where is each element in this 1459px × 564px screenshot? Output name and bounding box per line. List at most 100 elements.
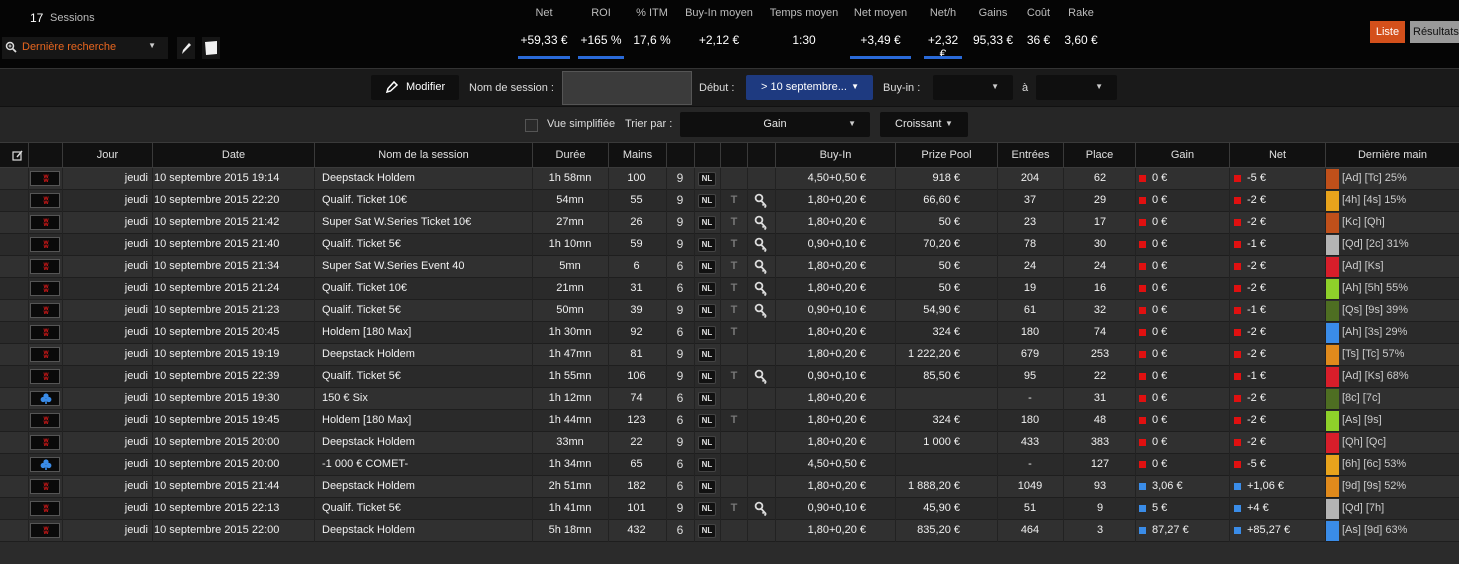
table-row[interactable]: ʬ jeudi 10 septembre 2015 22:00 Deepstack H…	[0, 520, 1459, 542]
table-row[interactable]: ʬ jeudi 10 septembre 2015 22:20 Qualif. Tic…	[0, 190, 1459, 212]
column-entrees[interactable]: Entrées	[997, 143, 1063, 169]
cell-last-hand[interactable]: [Qh] [Qc]	[1342, 432, 1458, 454]
gain-indicator	[1139, 527, 1146, 534]
cell-date: 10 septembre 2015 22:39	[154, 370, 280, 382]
column-ticket[interactable]	[720, 143, 747, 169]
column-divider	[1063, 212, 1064, 234]
saved-search-dropdown[interactable]: Dernière recherche ▼	[2, 37, 168, 59]
column-divider	[314, 278, 315, 300]
cell-place: 74	[1093, 326, 1107, 338]
cell-date: 10 septembre 2015 19:30	[154, 392, 280, 404]
table-row[interactable]: ʬ jeudi 10 septembre 2015 19:14 Deepstack H…	[0, 168, 1459, 190]
buyin-min-select[interactable]: ▼	[933, 75, 1013, 100]
column-divider	[1135, 520, 1136, 542]
column-divider	[1135, 432, 1136, 454]
nl-badge: NL	[698, 524, 716, 538]
table-row[interactable]: ʬ jeudi 10 septembre 2015 22:39 Qualif. Tic…	[0, 366, 1459, 388]
column-divider	[1135, 498, 1136, 520]
svg-text:ʬ: ʬ	[43, 262, 49, 273]
column-divider	[1063, 410, 1064, 432]
column-divider	[775, 366, 776, 388]
gain-indicator	[1139, 483, 1146, 490]
cell-last-hand[interactable]: [Ad] [Ks] 68%	[1342, 366, 1458, 388]
session-name-label: Nom de session :	[469, 82, 554, 94]
column-type[interactable]	[694, 143, 720, 169]
table-row[interactable]: ʬ jeudi 10 septembre 2015 20:00 Deepstack H…	[0, 432, 1459, 454]
cell-last-hand[interactable]: [As] [9d] 63%	[1342, 520, 1458, 542]
table-row[interactable]: ʬ jeudi 10 septembre 2015 21:34 Super Sat W…	[0, 256, 1459, 278]
column-key[interactable]	[747, 143, 775, 169]
list-view-button[interactable]: Liste	[1370, 21, 1405, 43]
cell-last-hand[interactable]: [Ts] [Tc] 57%	[1342, 344, 1458, 366]
cell-session-name: Qualif. Ticket 5€	[322, 370, 401, 382]
column-duree[interactable]: Durée	[532, 143, 608, 169]
cell-buyin: 4,50+0,50 €	[807, 172, 866, 184]
table-row[interactable]: jeudi 10 septembre 2015 20:00 -1 000 € COM…	[0, 454, 1459, 476]
start-date-select[interactable]: > 10 septembre... ▼	[746, 75, 873, 100]
column-jour[interactable]: Jour	[62, 143, 152, 169]
table-row[interactable]: ʬ jeudi 10 septembre 2015 19:19 Deepstack H…	[0, 344, 1459, 366]
column-prize-pool[interactable]: Prize Pool	[895, 143, 997, 169]
cell-buyin: 0,90+0,10 €	[807, 502, 866, 514]
modify-button[interactable]: Modifier	[371, 75, 459, 100]
column-date[interactable]: Date	[152, 143, 314, 169]
cell-last-hand[interactable]: [Ad] [Tc] 25%	[1342, 168, 1458, 190]
cell-duree: 1h 10mn	[548, 238, 592, 250]
sort-by-select[interactable]: Gain ▼	[680, 112, 870, 137]
table-row[interactable]: ʬ jeudi 10 septembre 2015 21:44 Deepstack H…	[0, 476, 1459, 498]
column-divider	[747, 300, 748, 322]
cell-last-hand[interactable]: [Kc] [Qh]	[1342, 212, 1458, 234]
table-row[interactable]: ʬ jeudi 10 septembre 2015 19:45 Holdem [180…	[0, 410, 1459, 432]
cell-last-hand[interactable]: [4h] [4s] 15%	[1342, 190, 1458, 212]
column-divider	[694, 498, 695, 520]
cell-last-hand[interactable]: [Qs] [9s] 39%	[1342, 300, 1458, 322]
table-row[interactable]: ʬ jeudi 10 septembre 2015 21:24 Qualif. Tic…	[0, 278, 1459, 300]
edit-search-button[interactable]	[177, 37, 195, 59]
simple-view-checkbox[interactable]	[525, 119, 538, 132]
cell-last-hand[interactable]: [9d] [9s] 52%	[1342, 476, 1458, 498]
cell-last-hand[interactable]: [Ah] [5h] 55%	[1342, 278, 1458, 300]
table-row[interactable]: ʬ jeudi 10 septembre 2015 21:42 Super Sat W…	[0, 212, 1459, 234]
cell-last-hand[interactable]: [6h] [6c] 53%	[1342, 454, 1458, 476]
table-row[interactable]: ʬ jeudi 10 septembre 2015 20:45 Holdem [180…	[0, 322, 1459, 344]
cell-duree: 33mn	[556, 436, 584, 448]
column-buyin[interactable]: Buy-In	[775, 143, 895, 169]
column-divider	[1135, 410, 1136, 432]
column-place[interactable]: Place	[1063, 143, 1135, 169]
column-gain[interactable]: Gain	[1135, 143, 1229, 169]
table-row[interactable]: ʬ jeudi 10 septembre 2015 21:40 Qualif. Tic…	[0, 234, 1459, 256]
column-divider	[747, 322, 748, 344]
site-column-header[interactable]	[28, 143, 62, 169]
cell-last-hand[interactable]: [8c] [7c]	[1342, 388, 1458, 410]
table-row[interactable]: ʬ jeudi 10 septembre 2015 21:23 Qualif. Tic…	[0, 300, 1459, 322]
sort-order-select[interactable]: Croissant ▼	[880, 112, 968, 137]
column-last-hand[interactable]: Dernière main	[1325, 143, 1459, 169]
notes-button[interactable]	[202, 37, 220, 59]
column-divider	[775, 498, 776, 520]
net-indicator	[1234, 439, 1241, 446]
column-divider	[608, 212, 609, 234]
svg-text:ʬ: ʬ	[43, 284, 49, 295]
column-session-name[interactable]: Nom de la session	[314, 143, 532, 169]
session-name-input[interactable]	[562, 71, 692, 105]
cell-duree: 1h 55mn	[548, 370, 592, 382]
cell-last-hand[interactable]: [Ah] [3s] 29%	[1342, 322, 1458, 344]
column-divider	[720, 300, 721, 322]
cell-last-hand[interactable]: [Ad] [Ks]	[1342, 256, 1458, 278]
cell-last-hand[interactable]: [Qd] [7h]	[1342, 498, 1458, 520]
cell-last-hand[interactable]: [Qd] [2c] 31%	[1342, 234, 1458, 256]
cell-entrees: 433	[1020, 436, 1040, 448]
table-row[interactable]: ʬ jeudi 10 septembre 2015 22:13 Qualif. Tic…	[0, 498, 1459, 520]
hand-strength-swatch	[1326, 367, 1339, 387]
column-players[interactable]	[666, 143, 694, 169]
poker-site-logo-icon: ʬ	[30, 479, 60, 494]
start-date-value: > 10 septembre...	[761, 81, 847, 93]
column-net[interactable]: Net	[1229, 143, 1325, 169]
cell-last-hand[interactable]: [As] [9s]	[1342, 410, 1458, 432]
buyin-max-select[interactable]: ▼	[1036, 75, 1117, 100]
table-row[interactable]: jeudi 10 septembre 2015 19:30 150 € Six 1h …	[0, 388, 1459, 410]
column-mains[interactable]: Mains	[608, 143, 666, 169]
select-column-header[interactable]	[8, 143, 28, 169]
results-view-button[interactable]: Résultats	[1410, 21, 1459, 43]
view-options-bar: Vue simplifiée Trier par : Gain ▼ Croiss…	[0, 106, 1459, 142]
